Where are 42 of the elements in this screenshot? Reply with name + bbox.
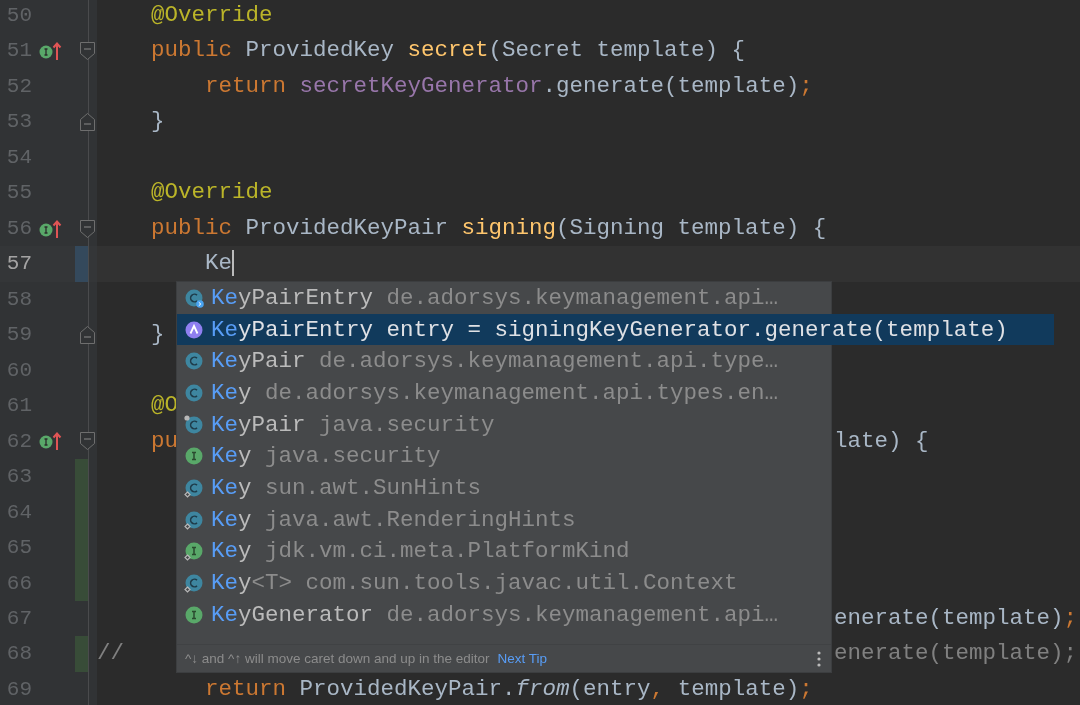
implemented-method-icon[interactable]: [38, 40, 62, 63]
completion-item[interactable]: Key de.adorsys.keymanagement.api.types.en…: [177, 377, 831, 409]
completion-item[interactable]: KeyPairEntry de.adorsys.keymanagement.api…: [177, 282, 831, 314]
fold-icon[interactable]: [79, 218, 96, 239]
completion-item[interactable]: Key java.security: [177, 440, 831, 473]
code-text: @Override: [150, 179, 273, 206]
class-icon: [184, 382, 204, 403]
code-text: public ProvidedKey secret(Secret template) {: [150, 37, 746, 64]
code-text: return ProvidedKeyPair.from(entry, template);: [204, 675, 813, 702]
template-icon: [184, 319, 204, 340]
completion-item[interactable]: KeyPair java.security: [177, 408, 831, 441]
code-text: @O: [150, 392, 178, 419]
code-text: return secretKeyGenerator.generate(template);: [204, 72, 813, 99]
line-number: 57: [5, 251, 33, 278]
completion-item[interactable]: KeyPairEntry entry = signingKeyGenerator.generate(template): [177, 313, 1054, 346]
code-text: enerate(template);: [834, 640, 1078, 667]
interface-icon: [184, 604, 204, 625]
code-text: enerate(template);: [834, 604, 1078, 631]
class-icon: [184, 351, 204, 372]
code-text: }: [150, 108, 165, 135]
fold-icon[interactable]: [79, 431, 96, 452]
fold-icon[interactable]: [79, 324, 96, 345]
completion-item[interactable]: KeyPair de.adorsys.keymanagement.api.type…: [177, 345, 831, 378]
code-text: late) {: [834, 427, 929, 454]
code-text: Ke: [204, 250, 233, 277]
code-text: //: [97, 640, 124, 667]
completion-item[interactable]: Key sun.awt.SunHints: [177, 472, 831, 504]
completion-item[interactable]: KeyGenerator de.adorsys.keymanagement.api…: [177, 598, 831, 631]
code-text: public ProvidedKeyPair signing(Signing template) {: [150, 214, 827, 241]
interface-icon: [184, 446, 204, 467]
implemented-method-icon[interactable]: [38, 430, 62, 453]
completion-item[interactable]: Key<T> com.sun.tools.javac.util.Context: [177, 567, 831, 599]
completion-item[interactable]: Key java.awt.RenderingHints: [177, 503, 831, 536]
tip-text: ^↓ and ^↑ will move caret down and up in the editor: [185, 651, 490, 666]
code-text: pu: [150, 427, 178, 454]
code-text: @Override: [150, 2, 273, 28]
more-icon[interactable]: [817, 650, 821, 667]
next-tip-link[interactable]: Next Tip: [497, 651, 548, 666]
completion-item[interactable]: Key jdk.vm.ci.meta.PlatformKind: [177, 535, 831, 568]
code-text: }: [150, 321, 165, 348]
fold-icon[interactable]: [79, 112, 96, 133]
fold-icon[interactable]: [79, 41, 96, 62]
